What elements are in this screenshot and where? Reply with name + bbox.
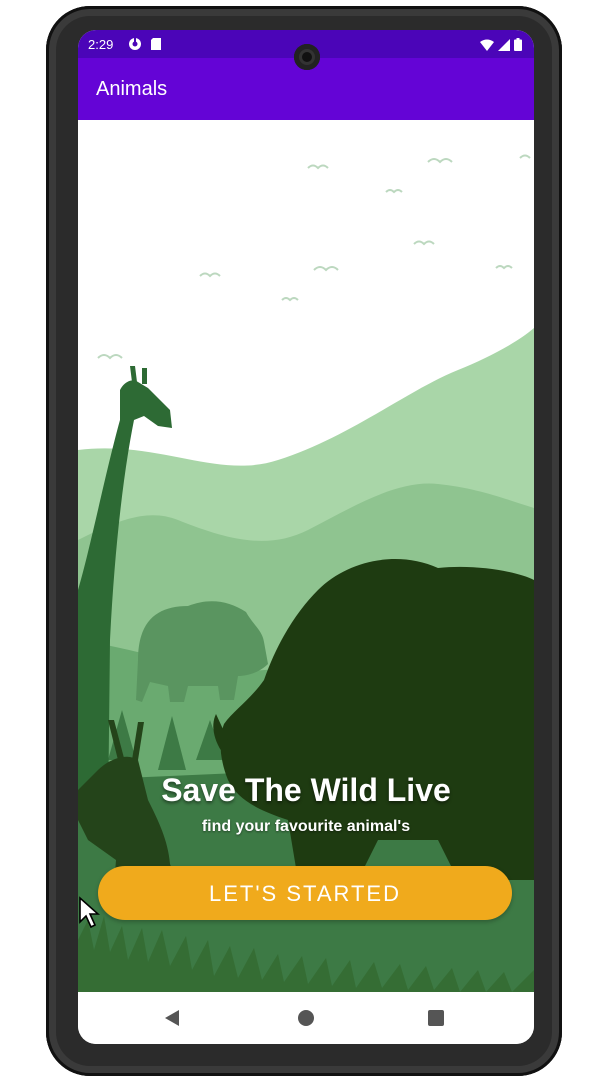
front-camera (294, 44, 320, 70)
wildlife-illustration: Save The Wild Live find your favourite a… (78, 120, 534, 992)
home-icon (298, 1010, 314, 1026)
hero-subtitle: find your favourite animal's (201, 818, 411, 835)
navigation-bar (78, 992, 534, 1044)
sd-card-icon (151, 38, 161, 50)
wildlife-silhouette-illustration (78, 120, 534, 992)
back-icon (165, 1010, 179, 1026)
mouse-cursor-icon (79, 896, 100, 929)
home-button[interactable] (294, 1006, 318, 1030)
hero-headline: Save The Wild Live (161, 772, 451, 808)
back-button[interactable] (160, 1006, 184, 1030)
recents-button[interactable] (424, 1006, 448, 1030)
recents-icon (428, 1010, 444, 1026)
battery-icon (514, 38, 522, 51)
app-title: Animals (96, 78, 168, 100)
status-time: 2:29 (88, 37, 114, 52)
phone-screen: 2:29 Animals Save The Wild Live find you… (78, 30, 534, 1044)
wifi-icon (480, 39, 494, 51)
lets-started-button[interactable]: LET'S STARTED (98, 866, 512, 920)
sync-icon (129, 38, 141, 50)
signal-icon (498, 39, 510, 51)
